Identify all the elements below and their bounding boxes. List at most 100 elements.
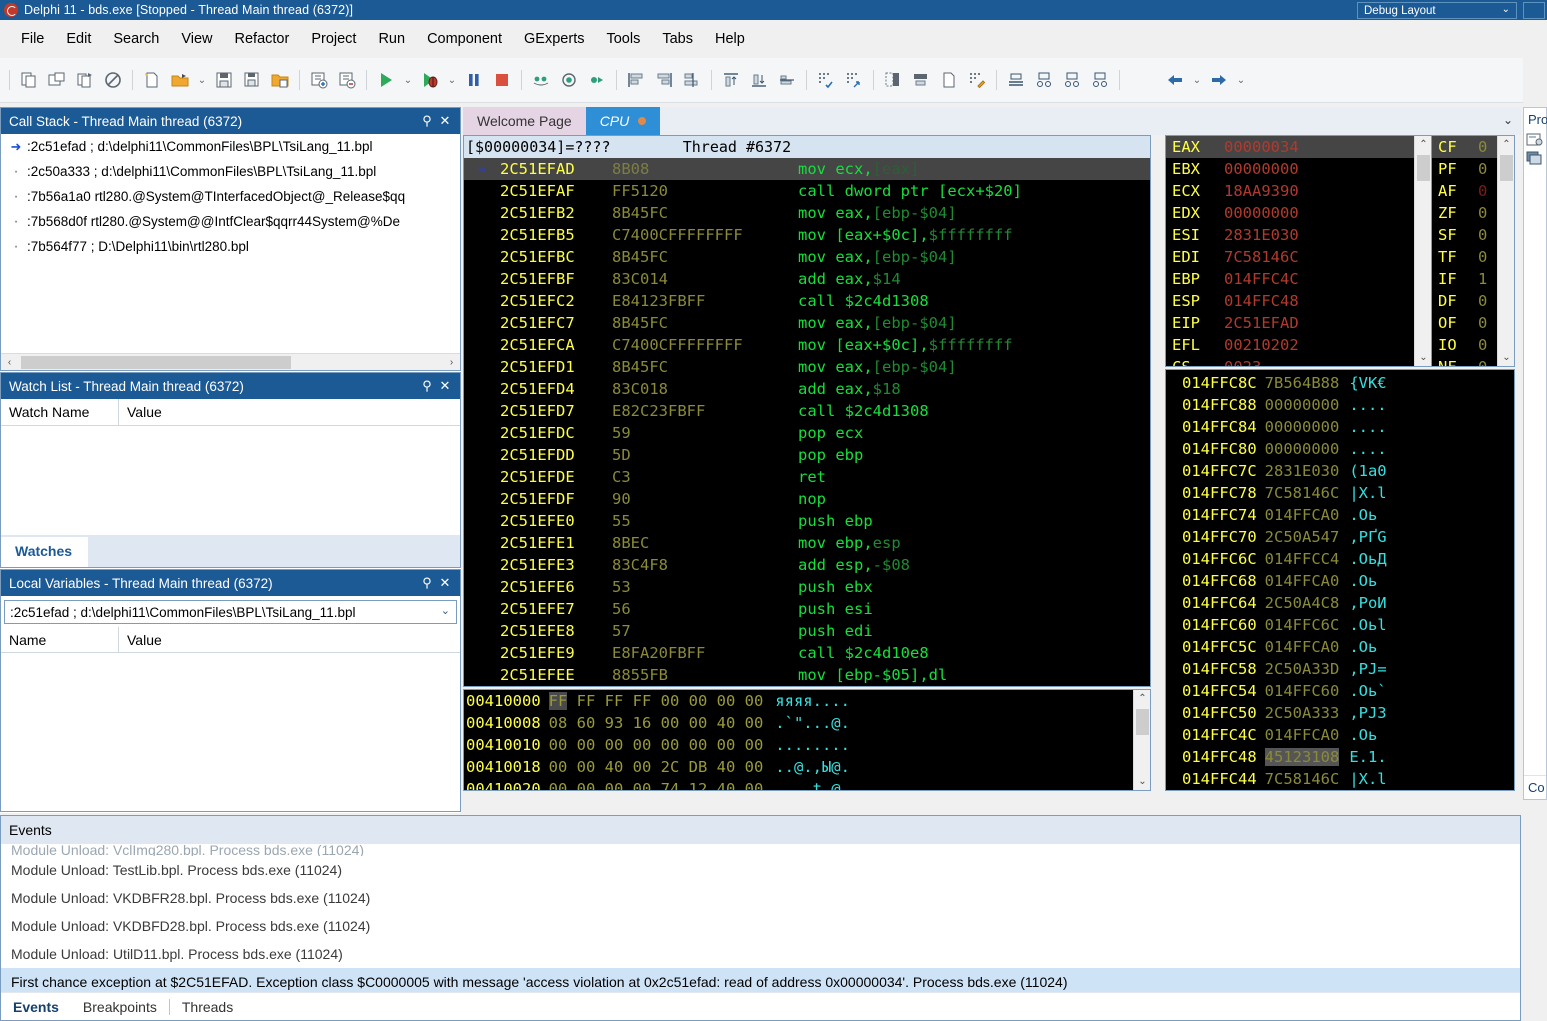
chevron-down-icon[interactable]: ⌄ <box>444 67 460 93</box>
disassembly-row[interactable]: 2C51EFC2 E84123FBFF call $2c4d1308 <box>464 290 1150 312</box>
memory-dump-pane[interactable]: 00410000 FF FF FF FF 00 00 00 00 яяяя...… <box>463 689 1151 791</box>
remove-from-project-icon[interactable] <box>333 66 361 94</box>
register-row[interactable]: CS0023 <box>1166 356 1431 366</box>
add-to-project-icon[interactable] <box>305 66 333 94</box>
component-palette-label[interactable]: Co <box>1524 775 1546 799</box>
close-icon[interactable]: ✕ <box>436 575 454 591</box>
grid-edit-icon[interactable] <box>963 66 991 94</box>
menu-item-component[interactable]: Component <box>416 27 513 51</box>
disassembly-row[interactable]: 2C51EFBC 8B45FC mov eax,[ebp-$04] <box>464 246 1150 268</box>
disassembly-row[interactable]: 2C51EFDF 90 nop <box>464 488 1150 510</box>
no-entry-icon[interactable] <box>99 66 127 94</box>
list-item[interactable]: · :7b568d0f rtl280.@System@@IntfClear$qq… <box>1 209 460 234</box>
stack-row[interactable]: 014FFC4C 014FFCA0 .Оь <box>1182 724 1514 746</box>
layout-save-button[interactable] <box>1523 2 1545 19</box>
align-bottom-icon[interactable] <box>745 66 773 94</box>
register-row[interactable]: ESI 2831E030 <box>1166 224 1431 246</box>
tab-breakpoints[interactable]: Breakpoints <box>71 993 169 1021</box>
column-header-name[interactable]: Name <box>1 626 119 653</box>
save-icon[interactable] <box>210 66 238 94</box>
stack-row[interactable]: 014FFC6C 014FFCC4 .ОьД <box>1182 548 1514 570</box>
scroll-up-icon[interactable]: ⌃ <box>1134 690 1150 707</box>
column-header-value[interactable]: Value <box>119 632 162 648</box>
menu-item-project[interactable]: Project <box>300 27 367 51</box>
menu-item-refactor[interactable]: Refactor <box>224 27 301 51</box>
list-item[interactable]: Module Unload: TestLib.bpl. Process bds.… <box>1 856 1520 884</box>
menu-item-run[interactable]: Run <box>367 27 416 51</box>
menu-item-tabs[interactable]: Tabs <box>651 27 704 51</box>
column-header-watch-name[interactable]: Watch Name <box>1 398 119 426</box>
disassembly-pane[interactable]: [$00000034]=???? Thread #6372 ⇨ 2C51EFAD… <box>463 135 1151 687</box>
list-item[interactable]: · :7b564f77 ; D:\Delphi11\bin\rtl280.bpl <box>1 234 460 259</box>
navigate-back-icon[interactable] <box>1161 66 1189 94</box>
project-file-icon[interactable] <box>1526 132 1544 148</box>
debug-icon[interactable] <box>416 66 444 94</box>
menu-item-view[interactable]: View <box>170 27 223 51</box>
duplicate-page-icon[interactable] <box>935 66 963 94</box>
call-stack-list[interactable]: ➜ :2c51efad ; d:\delphi11\CommonFiles\BP… <box>1 134 460 352</box>
step-over-icon[interactable] <box>555 66 583 94</box>
list-item[interactable]: Module Unload: UtilD11.bpl. Process bds.… <box>1 940 1520 968</box>
cpu-flags-column[interactable]: CF 0 PF 0 AF 0 ZF 0 SF 0 TF 0 IF 1 DF 0 OF 0 IO 0 … <box>1431 136 1514 366</box>
grid-arrow-icon[interactable] <box>840 66 868 94</box>
menu-item-gexperts[interactable]: GExperts <box>513 27 595 51</box>
disassembly-row[interactable]: 2C51EFCA C7400CFFFFFFFF mov [eax+$0c],$f… <box>464 334 1150 356</box>
project-group-icon[interactable] <box>1526 151 1544 167</box>
register-row[interactable]: EDX 00000000 <box>1166 202 1431 224</box>
scrollbar-track[interactable] <box>18 354 443 371</box>
stack-row[interactable]: 014FFC54 014FFC60 .Оь` <box>1182 680 1514 702</box>
disassembly-row[interactable]: ⇨ 2C51EFAD 8B08 mov ecx,[eax] <box>464 158 1150 180</box>
scroll-left-icon[interactable]: ‹ <box>1 354 18 371</box>
stack-row[interactable]: 014FFC74 014FFCA0 .Оь <box>1182 504 1514 526</box>
register-row[interactable]: ESP 014FFC48 <box>1166 290 1431 312</box>
disassembly-row[interactable]: 2C51EFBF 83C014 add eax,$14 <box>464 268 1150 290</box>
disassembly-row[interactable]: 2C51EFE7 56 push esi <box>464 598 1150 620</box>
run-to-cursor-icon[interactable] <box>583 66 611 94</box>
list-item[interactable]: · :2c50a333 ; d:\delphi11\CommonFiles\BP… <box>1 159 460 184</box>
chevron-down-icon[interactable]: ⌄ <box>1503 113 1513 127</box>
register-row[interactable]: EIP 2C51EFAD <box>1166 312 1431 334</box>
stack-row[interactable]: 014FFC84 00000000.... <box>1182 416 1514 438</box>
chevron-down-icon[interactable]: ⌄ <box>1233 67 1249 93</box>
layout-selector[interactable]: Debug Layout ⌄ <box>1357 2 1517 19</box>
save-project-icon[interactable] <box>266 66 294 94</box>
menu-item-file[interactable]: File <box>10 27 55 51</box>
disassembly-row[interactable]: 2C51EFE3 83C4F8 add esp,-$08 <box>464 554 1150 576</box>
list-item[interactable]: Module Unload: VKDBFR28.bpl. Process bds… <box>1 884 1520 912</box>
register-row[interactable]: EBP 014FFC4C <box>1166 268 1431 290</box>
component-tab-order-icon[interactable] <box>1086 66 1114 94</box>
align-right-icon[interactable] <box>650 66 678 94</box>
project-manager-panel[interactable]: Pro Co <box>1523 107 1547 800</box>
menu-item-help[interactable]: Help <box>704 27 756 51</box>
scroll-right-icon[interactable]: › <box>443 354 460 371</box>
disassembly-row[interactable]: 2C51EFC7 8B45FC mov eax,[ebp-$04] <box>464 312 1150 334</box>
new-window-icon[interactable] <box>43 66 71 94</box>
trace-into-icon[interactable] <box>527 66 555 94</box>
disassembly-row[interactable]: 2C51EFDC 59 pop ecx <box>464 422 1150 444</box>
tab-events[interactable]: Events <box>1 993 71 1021</box>
run-icon[interactable] <box>372 66 400 94</box>
grid-check-icon[interactable] <box>812 66 840 94</box>
list-item-selected[interactable]: First chance exception at $2C51EFAD. Exc… <box>1 968 1520 992</box>
menu-item-search[interactable]: Search <box>102 27 170 51</box>
stack-row[interactable]: 014FFC50 2C50A333 ,PJ3 <box>1182 702 1514 724</box>
disassembly-row[interactable]: 2C51EFD7 E82C23FBFF call $2c4d1308 <box>464 400 1150 422</box>
pin-icon[interactable]: ⚲ <box>418 575 436 591</box>
component-align-icon[interactable] <box>1002 66 1030 94</box>
navigate-forward-icon[interactable] <box>1205 66 1233 94</box>
chevron-down-icon[interactable]: ⌄ <box>194 67 210 93</box>
stack-row[interactable]: 014FFC68 014FFCA0 .Оь <box>1182 570 1514 592</box>
scrollbar-thumb[interactable] <box>21 355 291 369</box>
scroll-down-icon[interactable]: ⌄ <box>1498 349 1514 366</box>
stack-row[interactable]: 014FFC88 00000000.... <box>1182 394 1514 416</box>
pin-icon[interactable]: ⚲ <box>418 113 436 129</box>
stack-row[interactable]: 014FFC44 7C58146C |X.l <box>1182 768 1514 790</box>
disassembly-row[interactable]: 2C51EFB2 8B45FC mov eax,[ebp-$04] <box>464 202 1150 224</box>
register-row[interactable]: ECX 18AA9390 <box>1166 180 1431 202</box>
list-item[interactable]: Module Unload: VclImg280.bpl. Process bd… <box>1 844 1520 856</box>
list-item[interactable]: ➜ :2c51efad ; d:\delphi11\CommonFiles\BP… <box>1 134 460 159</box>
registers-pane[interactable]: EAX 00000034 EBX 00000000 ECX 18AA9390 EDX 0… <box>1165 135 1515 367</box>
disassembly-row[interactable]: 2C51EFAF FF5120 call dword ptr [ecx+$20] <box>464 180 1150 202</box>
component-size-icon[interactable] <box>1030 66 1058 94</box>
copy-pages-icon[interactable] <box>71 66 99 94</box>
